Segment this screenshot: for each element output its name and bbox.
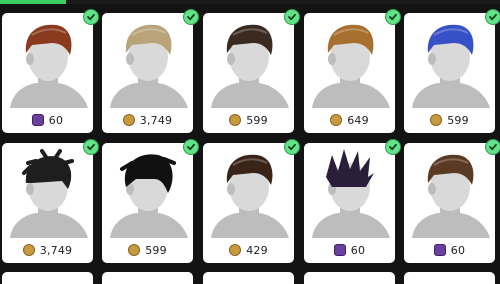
- hairstyle-preview: [404, 143, 495, 238]
- coin-icon: [122, 114, 135, 126]
- owned-check-icon: [83, 139, 99, 155]
- tab-indicator-bar: [0, 0, 500, 4]
- hairstyle-preview: [304, 143, 395, 238]
- owned-check-icon: [183, 139, 199, 155]
- price-row: 599: [203, 112, 294, 128]
- coin-icon: [430, 114, 443, 126]
- hairstyle-preview: [102, 13, 193, 108]
- price-row: 649: [304, 112, 395, 128]
- price-row: 60: [2, 112, 93, 128]
- hairstyle-preview: [404, 13, 495, 108]
- owned-check-icon: [284, 9, 300, 25]
- owned-check-icon: [385, 139, 401, 155]
- card-partial[interactable]: [102, 272, 193, 284]
- price-row: 599: [404, 112, 495, 128]
- hairstyle-preview: [2, 143, 93, 238]
- price-label: 429: [246, 243, 268, 257]
- premium-currency-icon: [31, 114, 44, 126]
- coin-icon: [229, 244, 242, 256]
- premium-currency-icon: [433, 244, 446, 256]
- coin-icon: [229, 114, 242, 126]
- coin-icon: [128, 244, 141, 256]
- card-partial[interactable]: [304, 272, 395, 284]
- hairstyle-card[interactable]: 599: [102, 139, 199, 263]
- owned-check-icon: [183, 9, 199, 25]
- hairstyle-card[interactable]: 60: [2, 9, 99, 133]
- owned-check-icon: [83, 9, 99, 25]
- price-label: 3,749: [39, 243, 73, 257]
- price-row: 3,749: [2, 242, 93, 258]
- coin-icon: [22, 244, 35, 256]
- hairstyle-preview: [102, 143, 193, 238]
- price-label: 649: [347, 113, 369, 127]
- price-row: 599: [102, 242, 193, 258]
- owned-check-icon: [284, 139, 300, 155]
- price-row: 429: [203, 242, 294, 258]
- price-label: 3,749: [139, 113, 173, 127]
- card-partial[interactable]: [203, 272, 294, 284]
- price-label: 60: [450, 243, 466, 257]
- active-tab-indicator: [0, 0, 66, 4]
- hairstyle-card[interactable]: 429: [203, 139, 300, 263]
- card-partial[interactable]: [2, 272, 93, 284]
- hairstyle-card[interactable]: 599: [203, 9, 300, 133]
- owned-check-icon: [485, 9, 500, 25]
- hairstyle-preview: [304, 13, 395, 108]
- price-row: 3,749: [102, 112, 193, 128]
- hairstyle-preview: [2, 13, 93, 108]
- hairstyle-card[interactable]: 3,749: [102, 9, 199, 133]
- price-row: 60: [304, 242, 395, 258]
- price-label: 60: [48, 113, 64, 127]
- hairstyle-preview: [203, 143, 294, 238]
- price-row: 60: [404, 242, 495, 258]
- price-label: 599: [145, 243, 167, 257]
- hairstyle-card[interactable]: 60: [404, 139, 500, 263]
- hairstyle-card[interactable]: 649: [304, 9, 401, 133]
- owned-check-icon: [485, 139, 500, 155]
- hairstyle-card[interactable]: 60: [304, 139, 401, 263]
- card-partial[interactable]: [404, 272, 495, 284]
- premium-currency-icon: [333, 244, 346, 256]
- price-label: 599: [246, 113, 268, 127]
- owned-check-icon: [385, 9, 401, 25]
- hairstyle-card[interactable]: 3,749: [2, 139, 99, 263]
- hairstyle-card[interactable]: 599: [404, 9, 500, 133]
- hairstyle-preview: [203, 13, 294, 108]
- price-label: 60: [350, 243, 366, 257]
- coin-icon: [330, 114, 343, 126]
- price-label: 599: [447, 113, 469, 127]
